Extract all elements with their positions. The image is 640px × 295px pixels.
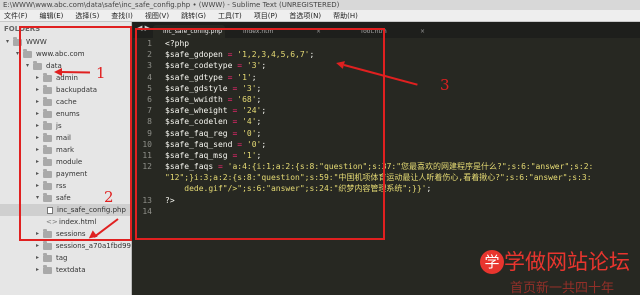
menu-item[interactable]: 项目(P) (254, 10, 278, 21)
folder-icon (42, 240, 52, 250)
code-token: ; (426, 184, 432, 194)
menu-item[interactable]: 工具(T) (218, 10, 242, 21)
menu-item[interactable]: 首选项(N) (289, 10, 321, 21)
sidebar-highlight-box (19, 26, 132, 241)
annotation-number-3: 3 (440, 76, 450, 94)
watermark-text: 学做网站论坛 (504, 250, 630, 274)
menu-item[interactable]: 帮助(H) (333, 10, 358, 21)
tree-item-label: textdata (56, 266, 86, 274)
menu-bar: 文件(F) 编辑(E) 选择(S) 查找(I) 视图(V) 跳转(G) 工具(T) 项目(P)… (0, 10, 640, 22)
sidebar-folder[interactable]: ▸ sessions_a70a1fbd99 (0, 240, 131, 252)
menu-item[interactable]: 编辑(E) (40, 10, 64, 21)
sidebar-folder[interactable]: ▸ textdata (0, 264, 131, 276)
menu-item[interactable]: 选择(S) (75, 10, 99, 21)
tree-item-label: tag (56, 254, 68, 262)
chevron-right-icon[interactable]: ▸ (34, 240, 41, 252)
menu-item[interactable]: 查找(I) (111, 10, 133, 21)
arrowhead-1-icon (54, 68, 62, 76)
chevron-right-icon[interactable]: ▸ (34, 252, 41, 264)
code-highlight-box (135, 28, 385, 240)
annotation-number-1: 1 (96, 64, 106, 82)
watermark-subtext: 首页新一共四十年 (510, 281, 615, 295)
tree-item-label: sessions_a70a1fbd99 (55, 242, 131, 250)
menu-item[interactable]: 跳转(G) (181, 10, 206, 21)
chevron-down-icon[interactable]: ▾ (4, 36, 11, 48)
annotation-number-2: 2 (104, 188, 114, 206)
close-icon[interactable]: × (420, 25, 425, 38)
sidebar-folder[interactable]: ▸ tag (0, 252, 131, 264)
menu-item[interactable]: 文件(F) (4, 10, 28, 21)
watermark-logo-icon: 学 (480, 250, 504, 274)
window-title: E:\WWW\www.abc.com\data\safe\inc_safe_co… (0, 0, 640, 10)
folder-icon (43, 252, 52, 262)
menu-item[interactable]: 视图(V) (145, 10, 169, 21)
site-watermark: 学 学做网站论坛 首页新一共四十年 (480, 250, 640, 295)
chevron-right-icon[interactable]: ▸ (34, 264, 41, 276)
folder-icon (43, 264, 52, 274)
